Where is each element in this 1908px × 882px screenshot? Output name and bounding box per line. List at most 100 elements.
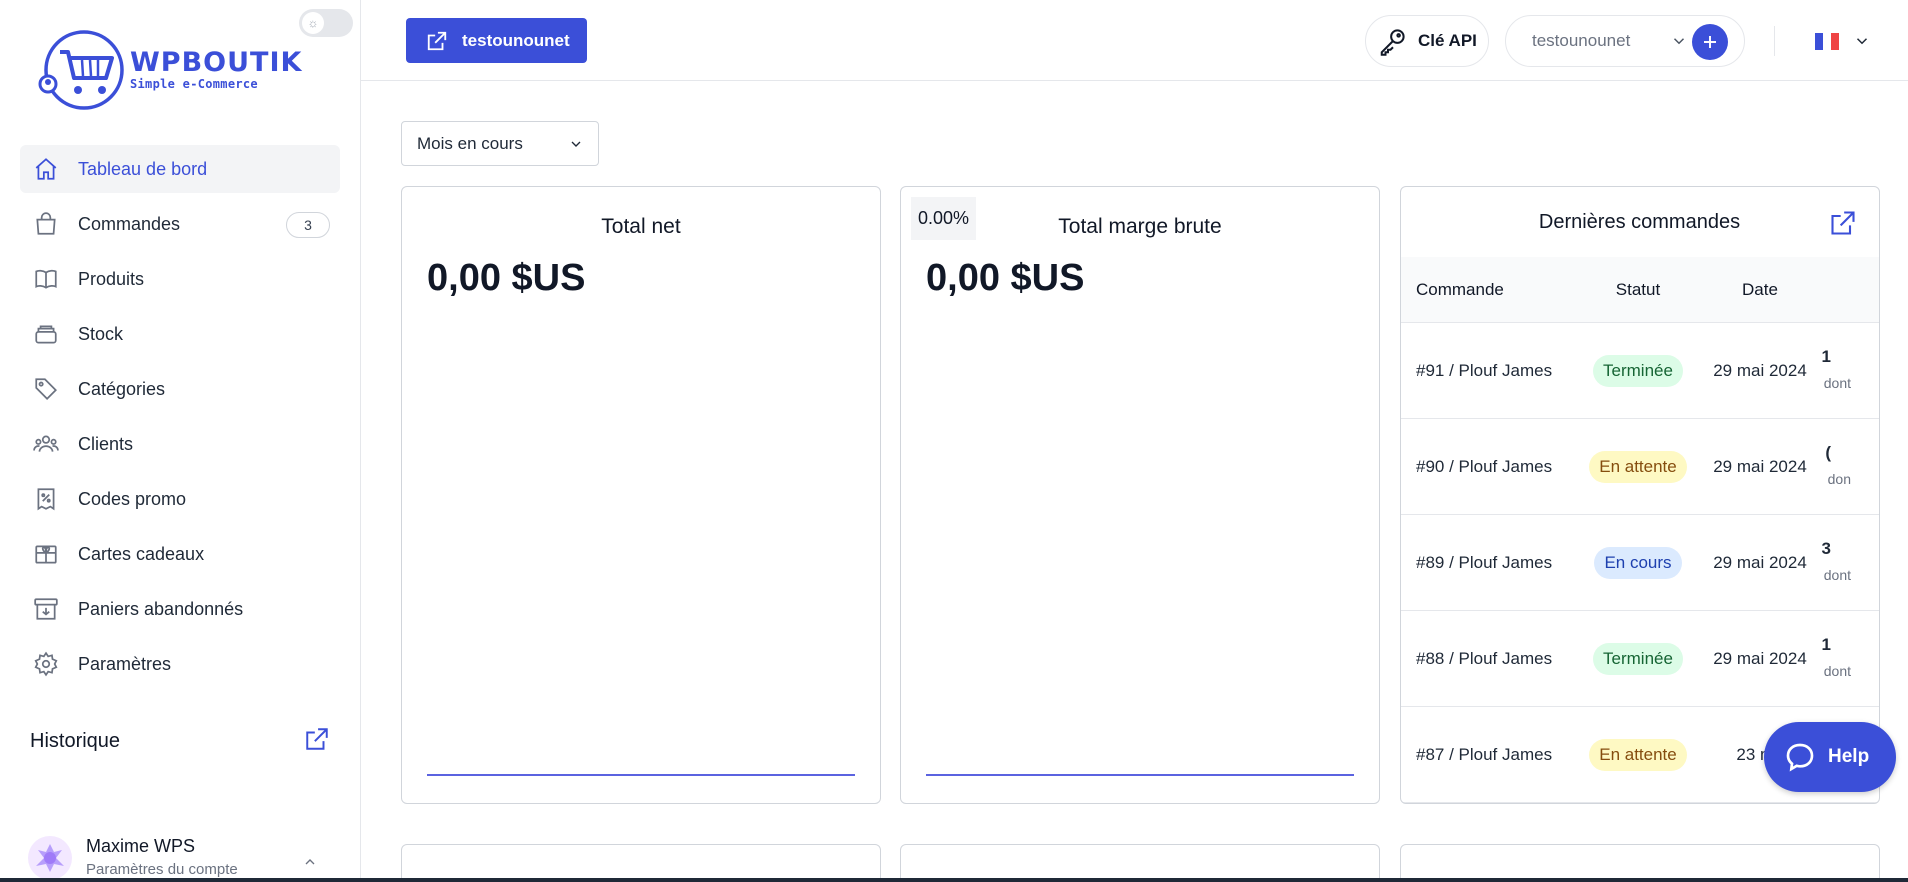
help-button[interactable]: Help [1764,722,1896,792]
sidebar-item-clients[interactable]: Clients [20,420,340,468]
add-shop-button[interactable] [1692,24,1728,60]
chevron-up-icon[interactable] [302,854,318,875]
total-margin-card: 0.00% Total marge brute 0,00 $US [900,186,1380,804]
orders-title: Dernières commandes [1538,211,1741,233]
api-key-button[interactable]: Clé API [1365,15,1489,67]
status-cell: En attente [1581,450,1695,483]
gift-icon [32,540,60,568]
language-selector[interactable] [1815,32,1871,50]
account-settings-link[interactable]: Paramètres du compte [86,861,238,878]
sidebar-item-settings[interactable]: Paramètres [20,640,340,688]
sidebar-item-promo-codes[interactable]: Codes promo [20,475,340,523]
shop-select-value: testounounet [1532,31,1631,50]
sidebar-item-label: Commandes [78,213,181,234]
sidebar-item-label: Paniers abandonnés [78,598,244,619]
table-row[interactable]: #88 / Plouf James Terminée 29 mai 2024 1 don… [1401,611,1879,707]
order-ref[interactable]: #89 / Plouf James [1401,553,1581,573]
logo-title: WPBOUTIK [130,47,303,78]
book-icon [32,265,60,293]
amount-cell: 3 dont [1821,515,1879,610]
status-badge: En attente [1589,738,1687,771]
history-section: Historique [30,726,330,757]
column-header: Commande [1416,279,1504,299]
users-icon [32,430,60,458]
sidebar-item-gift-cards[interactable]: Cartes cadeaux [20,530,340,578]
sidebar-item-label: Codes promo [78,488,187,509]
sidebar: ☼ WPBOUTIK Simple e-Commerce Tableau de … [0,0,361,882]
sidebar-item-products[interactable]: Produits [20,255,340,303]
status-cell: Terminée [1581,354,1695,387]
sidebar-item-orders[interactable]: Commandes 3 [20,200,340,248]
status-badge: Terminée [1593,354,1683,387]
table-header: Commande Statut Date [1401,257,1879,323]
order-amount-detail: don [1827,471,1851,487]
chart-baseline [427,774,855,776]
status-badge: En cours [1594,546,1682,579]
user-account[interactable]: Maxime WPS Paramètres du compte [28,836,338,880]
user-name: Maxime WPS [86,836,196,856]
order-ref[interactable]: #90 / Plouf James [1401,457,1581,477]
theme-toggle[interactable]: ☼ [299,9,353,37]
receipt-percent-icon [32,485,60,513]
logo[interactable]: WPBOUTIK Simple e-Commerce [38,30,302,110]
order-date: 29 mai 2024 [1713,648,1807,668]
key-icon [1378,26,1408,56]
history-label: Historique [30,730,121,752]
column-header: Date [1742,279,1778,299]
external-link-icon[interactable] [304,726,330,757]
card-value: 0,00 $US [926,257,1085,299]
status-cell: En attente [1581,738,1695,771]
status-badge: Terminée [1593,642,1683,675]
bottom-card [1400,844,1880,882]
table-row[interactable]: #91 / Plouf James Terminée 29 mai 2024 1 don… [1401,323,1879,419]
home-icon [32,155,60,183]
top-bar: testounounet Clé API testounounet [361,0,1908,81]
cart-logo-icon [38,30,124,110]
card-title: Total net [601,215,681,238]
order-ref[interactable]: #91 / Plouf James [1401,361,1581,381]
period-select-value: Mois en cours [417,133,523,153]
period-select[interactable]: Mois en cours [401,121,599,166]
sidebar-item-label: Clients [78,433,134,454]
status-badge: En attente [1589,450,1687,483]
amount-cell: 1 dont [1821,323,1879,418]
order-ref[interactable]: #87 / Plouf James [1401,745,1581,765]
sidebar-item-label: Produits [78,268,145,289]
french-flag-icon [1815,32,1839,50]
order-amount: ( [1825,443,1831,462]
shopping-bag-icon [32,210,60,238]
open-store-button[interactable]: testounounet [406,18,587,63]
sidebar-item-dashboard[interactable]: Tableau de bord [20,145,340,193]
order-ref[interactable]: #88 / Plouf James [1401,649,1581,669]
api-key-label: Clé API [1418,31,1477,50]
order-date: 29 mai 2024 [1713,360,1807,380]
app-frame: ☼ WPBOUTIK Simple e-Commerce Tableau de … [0,0,1908,882]
help-label: Help [1828,746,1870,767]
sidebar-item-label: Catégories [78,378,166,399]
amount-cell: 1 dont [1821,611,1879,706]
external-link-icon[interactable] [1829,209,1857,242]
status-cell: Terminée [1581,642,1695,675]
sidebar-item-stock[interactable]: Stock [20,310,340,358]
card-value: 0,00 $US [427,257,586,299]
order-amount: 3 [1821,539,1831,558]
logo-subtitle: Simple e-Commerce [130,77,258,91]
external-link-icon [426,30,448,52]
orders-count-badge: 3 [286,212,330,238]
archive-box-down-icon [32,595,60,623]
gear-icon [32,650,60,678]
sidebar-item-categories[interactable]: Catégories [20,365,340,413]
order-amount-detail: dont [1823,567,1851,583]
total-net-card: Total net 0,00 $US [401,186,881,804]
card-title: Total marge brute [1058,215,1222,238]
order-amount: 1 [1821,635,1831,654]
shop-select[interactable]: testounounet [1505,15,1745,67]
table-row[interactable]: #89 / Plouf James En cours 29 mai 2024 3 don… [1401,515,1879,611]
column-header: Statut [1615,279,1661,299]
status-cell: En cours [1581,546,1695,579]
chevron-down-icon [1853,32,1871,50]
sidebar-item-abandoned-carts[interactable]: Paniers abandonnés [20,585,340,633]
table-row[interactable]: #90 / Plouf James En attente 29 mai 2024 (d… [1401,419,1879,515]
order-amount: 1 [1821,347,1831,366]
chevron-down-icon [1670,32,1688,55]
